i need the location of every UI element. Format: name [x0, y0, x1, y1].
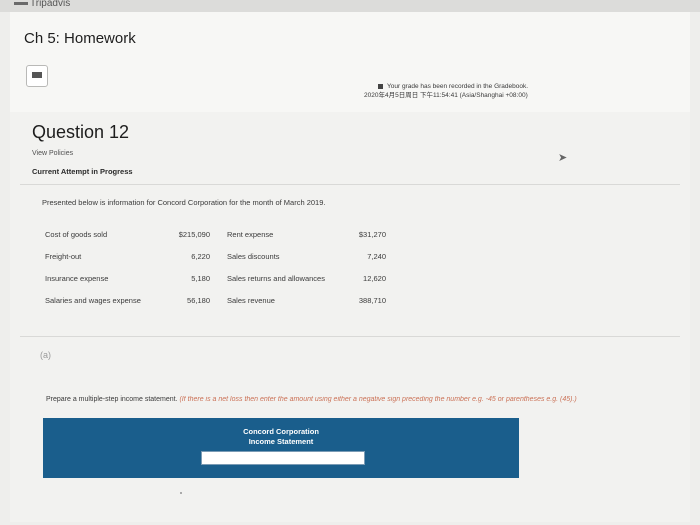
table-cell-label: Freight-out [45, 252, 82, 261]
assignment-header [10, 12, 690, 113]
grade-recorded-note: Your grade has been recorded in the Grad… [364, 82, 528, 100]
table-cell-label: Rent expense [227, 230, 274, 239]
statement-company: Concord Corporation [243, 427, 319, 436]
instruction-main: Prepare a multiple-step income statement… [46, 396, 178, 403]
table-cell-label: Cost of goods sold [45, 230, 108, 239]
table-cell-value: 388,710 [358, 296, 386, 305]
period-select[interactable] [201, 451, 365, 465]
attempt-status: Current Attempt in Progress [32, 167, 133, 176]
brand-mark-icon [14, 1, 28, 5]
statement-name: Income Statement [248, 437, 314, 446]
mouse-cursor-icon: ➤ [558, 152, 568, 164]
table-cell-value: $31,270 [358, 230, 386, 239]
brand-label: Tripadvis [14, 0, 70, 9]
income-statement-header: Concord Corporation Income Statement [43, 418, 519, 478]
table-cell-value: 7,240 [367, 252, 386, 261]
question-title: Question 12 [32, 122, 130, 142]
gradebook-icon [378, 83, 383, 89]
table-cell-label: Insurance expense [45, 274, 109, 283]
grade-note-line1: Your grade has been recorded in the Grad… [387, 83, 529, 90]
view-policies-link[interactable]: View Policies [32, 150, 73, 157]
section-divider [20, 336, 680, 337]
problem-intro: Presented below is information for Conco… [42, 198, 326, 207]
table-cell-value: 6,220 [191, 252, 210, 261]
table-cell-value: 56,180 [187, 296, 210, 305]
table-cell-label: Sales revenue [227, 296, 275, 305]
assignment-title: Ch 5: Homework [24, 30, 136, 47]
section-divider [20, 184, 680, 185]
table-cell-value: $215,090 [178, 230, 210, 239]
table-cell-value: 5,180 [191, 274, 210, 283]
instruction-note: (If there is a net loss then enter the a… [179, 396, 577, 403]
top-browser-bar: Tripadvis [0, 0, 700, 12]
table-cell-label: Sales discounts [227, 252, 280, 261]
table-cell-label: Salaries and wages expense [45, 296, 141, 305]
menu-button[interactable] [26, 65, 48, 87]
grade-note-line2: 2020年4月5日周日 下午11:54:41 (Asia/Shanghai +0… [364, 92, 528, 99]
hamburger-icon [32, 71, 42, 81]
brand-text: Tripadvis [30, 0, 71, 9]
table-cell-value: 12,620 [363, 274, 386, 283]
table-cell-label: Sales returns and allowances [227, 274, 325, 283]
instruction: Prepare a multiple-step income statement… [46, 396, 577, 403]
part-label: (a) [40, 350, 51, 360]
stray-dot [180, 492, 182, 494]
